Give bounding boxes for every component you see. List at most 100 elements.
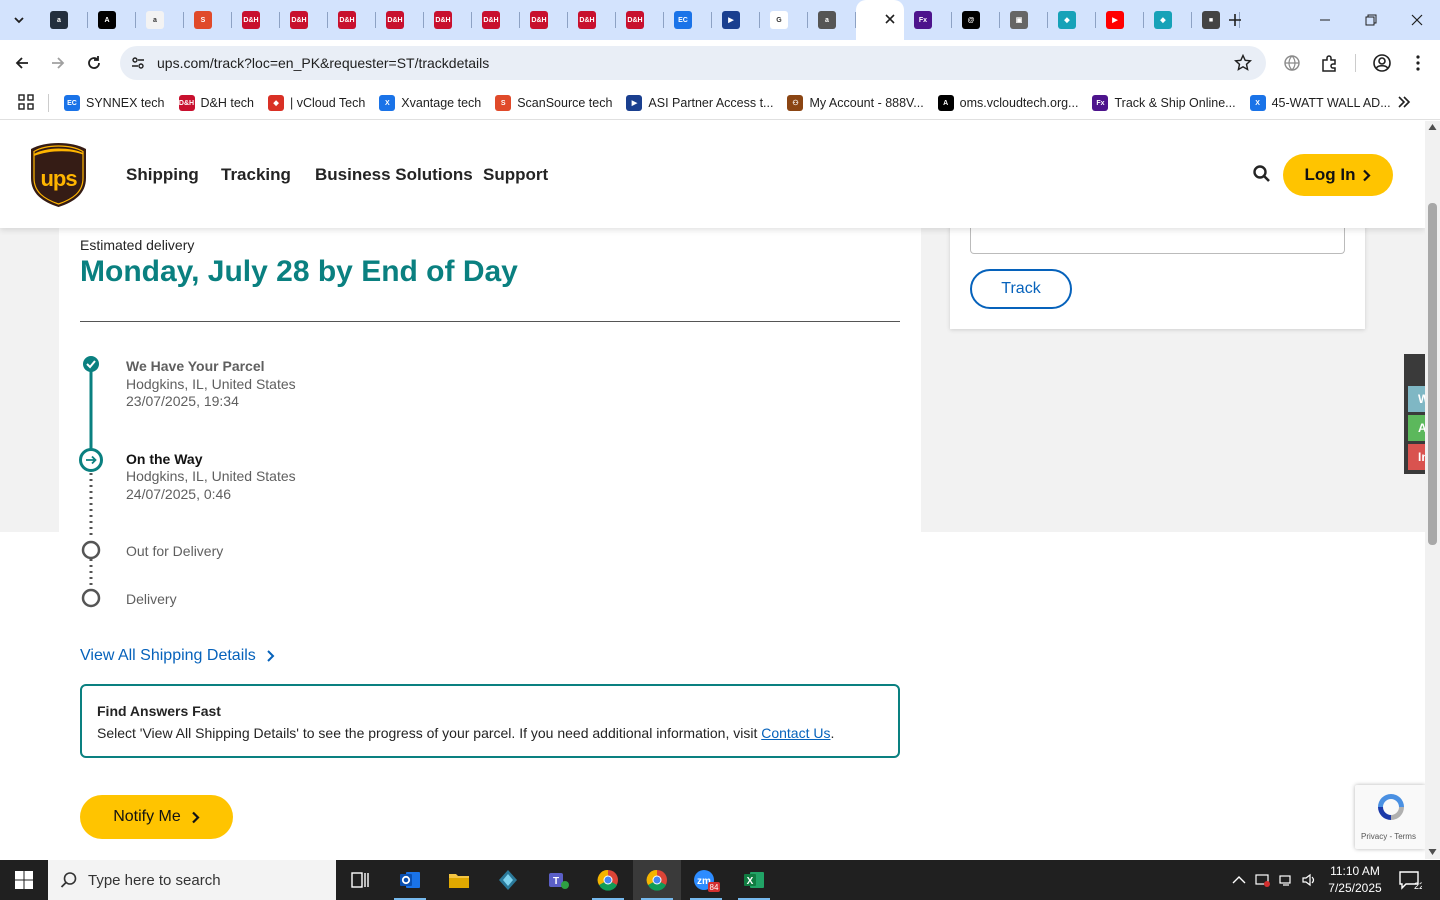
kebab-menu-icon[interactable] [1408, 53, 1428, 73]
bookmark-label: ASI Partner Access t... [648, 96, 774, 110]
nav-shipping[interactable]: Shipping [126, 165, 199, 185]
bookmark-label: SYNNEX tech [86, 96, 165, 110]
find-answers-title: Find Answers Fast [97, 703, 221, 719]
ups-logo[interactable]: ups [30, 142, 87, 208]
search-icon[interactable] [1252, 164, 1272, 184]
feedback-tab-2[interactable]: Acti [1408, 415, 1425, 441]
bookmark-item[interactable]: Fx Track & Ship Online... [1086, 89, 1243, 117]
translate-globe-icon[interactable] [1282, 53, 1302, 73]
browser-tab[interactable]: a [40, 0, 88, 40]
reload-button[interactable] [80, 49, 108, 77]
speaker-icon[interactable] [1301, 872, 1317, 888]
apps-grid-icon[interactable] [18, 94, 34, 110]
bookmark-item[interactable]: ▶ ASI Partner Access t... [620, 89, 781, 117]
account-icon: ⚇ [787, 95, 804, 111]
browser-tab[interactable]: D&H [424, 0, 472, 40]
recaptcha-icon [1378, 794, 1404, 820]
chevron-double-right-icon[interactable] [1396, 94, 1412, 110]
bookmark-item[interactable]: D&H D&H tech [173, 89, 263, 117]
track-button[interactable]: Track [970, 269, 1072, 309]
nav-tracking[interactable]: Tracking [221, 165, 291, 185]
nav-support[interactable]: Support [483, 165, 548, 185]
browser-tab[interactable]: D&H [280, 0, 328, 40]
scroll-up-icon[interactable] [1428, 123, 1437, 131]
nav-business-solutions[interactable]: Business Solutions [315, 165, 473, 185]
close-tab-icon[interactable] [884, 13, 896, 25]
reload-icon [88, 56, 100, 69]
browser-tab[interactable]: ◆ [1144, 0, 1192, 40]
browser-tab[interactable]: D&H [616, 0, 664, 40]
browser-tab[interactable]: A [88, 0, 136, 40]
taskbar-app-diamond[interactable] [484, 860, 532, 900]
taskbar-file-explorer[interactable] [435, 860, 483, 900]
browser-tab[interactable]: ▣ [1000, 0, 1048, 40]
bookmark-item[interactable]: ⚇ My Account - 888V... [781, 89, 931, 117]
tab-search-button[interactable] [6, 8, 32, 32]
site-info-icon[interactable] [130, 55, 146, 71]
browser-tab[interactable]: a [136, 0, 184, 40]
bookmark-item[interactable]: X 45-WATT WALL AD... [1244, 89, 1399, 117]
teams-icon: T [549, 873, 569, 889]
taskbar-outlook[interactable] [386, 860, 434, 900]
view-all-shipping-details-link[interactable]: View All Shipping Details [80, 647, 276, 665]
taskbar-excel[interactable]: X [730, 860, 778, 900]
page-scrollbar[interactable] [1425, 121, 1440, 859]
taskbar-zoom[interactable]: zm 84 [682, 860, 730, 900]
extensions-icon[interactable] [1319, 53, 1339, 73]
browser-tab[interactable]: G [760, 0, 808, 40]
browser-tab[interactable]: D&H [328, 0, 376, 40]
bookmark-item[interactable]: ◆ | vCloud Tech [262, 89, 373, 117]
browser-tab[interactable] [856, 0, 904, 40]
scrollbar-thumb[interactable] [1428, 203, 1437, 545]
recaptcha-terms: Privacy - Terms [1361, 832, 1416, 841]
taskbar-clock[interactable]: 11:10 AM 7/25/2025 [1322, 863, 1388, 897]
bookmark-label: 45-WATT WALL AD... [1271, 96, 1391, 110]
browser-tab[interactable]: ◆ [1048, 0, 1096, 40]
browser-tab[interactable]: ▶ [1096, 0, 1144, 40]
profile-icon[interactable] [1372, 53, 1392, 73]
taskbar-teams[interactable]: T [534, 860, 582, 900]
bookmark-item[interactable]: EC SYNNEX tech [58, 89, 173, 117]
bookmark-item[interactable]: Aoms.vcloudtech.org... [932, 89, 1087, 117]
network-alert-icon[interactable] [1255, 872, 1271, 888]
browser-tab[interactable]: D&H [568, 0, 616, 40]
new-tab-button[interactable] [1222, 8, 1248, 32]
browser-tab[interactable]: D&H [472, 0, 520, 40]
browser-tab[interactable]: Fx [904, 0, 952, 40]
browser-tab[interactable]: D&H [520, 0, 568, 40]
forward-button[interactable] [44, 49, 72, 77]
taskbar-chrome[interactable] [584, 860, 632, 900]
start-button[interactable] [0, 860, 48, 900]
notify-me-button[interactable]: Notify Me [80, 795, 233, 839]
contact-us-link[interactable]: Contact Us [761, 725, 830, 741]
taskbar-chrome-profile[interactable] [633, 860, 681, 900]
browser-tab[interactable]: D&H [376, 0, 424, 40]
chevron-up-icon[interactable] [1231, 872, 1247, 888]
feedback-tab-3[interactable]: In A [1408, 444, 1425, 470]
minimize-button[interactable] [1302, 0, 1348, 40]
browser-tab[interactable]: EC [664, 0, 712, 40]
browser-tab[interactable]: a [808, 0, 856, 40]
back-button[interactable] [8, 49, 36, 77]
notification-icon: 22 [1399, 871, 1424, 891]
scroll-down-icon[interactable] [1428, 848, 1437, 856]
browser-tab[interactable]: D&H [232, 0, 280, 40]
browser-tab[interactable]: S [184, 0, 232, 40]
estimated-delivery-date: Monday, July 28 by End of Day [80, 255, 518, 288]
restore-button[interactable] [1348, 0, 1394, 40]
bookmark-item[interactable]: S ScanSource tech [489, 89, 620, 117]
recaptcha-badge[interactable]: Privacy - Terms [1355, 785, 1425, 849]
address-bar[interactable]: ups.com/track?loc=en_PK&requester=ST/tra… [120, 46, 1266, 80]
star-icon[interactable] [1234, 54, 1252, 72]
view-all-label: View All Shipping Details [80, 647, 256, 664]
notification-center-button[interactable]: 22 [1398, 870, 1424, 891]
taskbar-search-box[interactable]: Type here to search [48, 860, 336, 900]
network-icon[interactable] [1278, 872, 1294, 888]
login-button[interactable]: Log In [1283, 154, 1393, 196]
close-window-button[interactable] [1394, 0, 1440, 40]
feedback-tab-1[interactable]: Wo [1408, 386, 1425, 412]
browser-tab[interactable]: ▶ [712, 0, 760, 40]
bookmark-item[interactable]: X Xvantage tech [373, 89, 489, 117]
task-view-button[interactable] [336, 860, 384, 900]
browser-tab[interactable]: @ [952, 0, 1000, 40]
